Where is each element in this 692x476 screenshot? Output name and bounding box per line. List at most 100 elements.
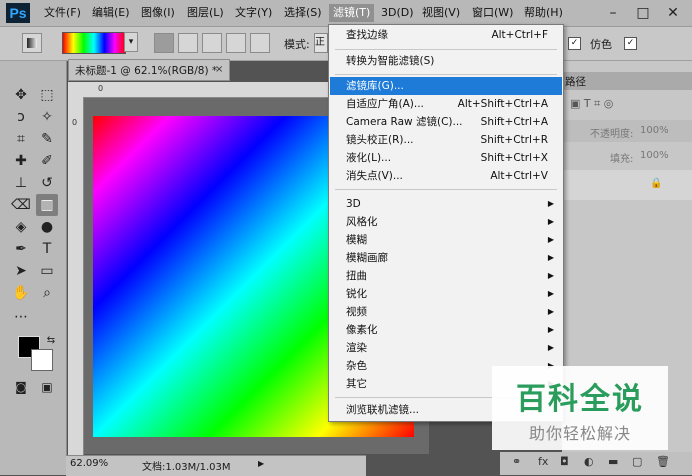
menu-image[interactable]: 图像(I) bbox=[137, 4, 179, 22]
ruler-h-zero: 0 bbox=[98, 84, 104, 93]
menu-item-stylize[interactable]: 风格化 ▶ bbox=[330, 213, 562, 231]
add-mask-icon[interactable]: ◘ bbox=[560, 455, 569, 468]
transparency-checkbox[interactable]: ✓ bbox=[624, 37, 637, 50]
magic-wand-icon[interactable]: ✧ bbox=[36, 106, 58, 128]
zoom-tool-icon[interactable]: ⌕ bbox=[36, 282, 58, 304]
eyedropper-icon[interactable]: ✎ bbox=[36, 128, 58, 150]
gradient-preview[interactable] bbox=[62, 32, 126, 54]
status-menu-arrow-icon[interactable]: ▶ bbox=[258, 459, 264, 468]
gradient-tool-icon[interactable]: ▥ bbox=[36, 194, 58, 216]
menu-item-find-edges[interactable]: 查找边缘 Alt+Ctrl+F bbox=[330, 26, 562, 44]
new-layer-icon[interactable]: ▢ bbox=[632, 455, 642, 468]
rectangle-tool-icon[interactable]: ▭ bbox=[36, 260, 58, 282]
menu-edit[interactable]: 编辑(E) bbox=[88, 4, 134, 22]
menu-item-distort[interactable]: 扭曲 ▶ bbox=[330, 267, 562, 285]
diamond-gradient-button[interactable] bbox=[250, 33, 270, 53]
submenu-arrow-icon: ▶ bbox=[547, 199, 554, 208]
linear-gradient-button[interactable] bbox=[154, 33, 174, 53]
crop-tool-icon[interactable]: ⌗ bbox=[10, 128, 32, 150]
lasso-tool-icon[interactable]: ↄ bbox=[10, 106, 32, 128]
layer-row[interactable] bbox=[562, 170, 692, 200]
submenu-arrow-icon: ▶ bbox=[547, 325, 554, 334]
menu-item-render[interactable]: 渲染 ▶ bbox=[330, 339, 562, 357]
menu-file[interactable]: 文件(F) bbox=[40, 4, 85, 22]
menu-3d[interactable]: 3D(D) bbox=[377, 4, 418, 22]
gradient-dropdown-icon[interactable]: ▾ bbox=[124, 32, 138, 52]
submenu-arrow-icon: ▶ bbox=[547, 217, 554, 226]
pen-tool-icon[interactable]: ✒ bbox=[10, 238, 32, 260]
ruler-v-zero: 0 bbox=[72, 118, 78, 127]
mode-select[interactable]: 正 bbox=[314, 33, 328, 53]
marquee-tool-icon[interactable]: ⬚ bbox=[36, 84, 58, 106]
fx-icon[interactable]: fx bbox=[538, 455, 548, 468]
tool-preset-button[interactable] bbox=[22, 33, 42, 53]
menu-view[interactable]: 视图(V) bbox=[418, 4, 464, 22]
menu-item-sharpen[interactable]: 锐化 ▶ bbox=[330, 285, 562, 303]
new-group-icon[interactable]: ▬ bbox=[608, 455, 618, 468]
delete-layer-icon[interactable]: 🗑 bbox=[656, 455, 670, 468]
menu-help[interactable]: 帮助(H) bbox=[520, 4, 567, 22]
type-tool-icon[interactable]: T bbox=[36, 238, 58, 260]
document-tab-close-icon[interactable]: × bbox=[215, 59, 223, 81]
move-tool-icon[interactable]: ✥ bbox=[10, 84, 32, 106]
document-tab[interactable]: 未标题-1 @ 62.1%(RGB/8) * bbox=[68, 59, 230, 81]
menu-separator bbox=[335, 189, 557, 190]
maximize-icon[interactable]: □ bbox=[636, 5, 650, 21]
adjustment-layer-icon[interactable]: ◐ bbox=[584, 455, 594, 468]
watermark-title: 百科全说 bbox=[516, 382, 644, 417]
clone-stamp-icon[interactable]: ⊥ bbox=[10, 172, 32, 194]
horizontal-ruler bbox=[68, 82, 330, 98]
swap-colors-icon[interactable]: ⇆ bbox=[40, 330, 62, 352]
background-color-swatch[interactable] bbox=[31, 349, 53, 371]
screen-mode-icon[interactable]: ▣ bbox=[36, 376, 58, 398]
history-brush-icon[interactable]: ↺ bbox=[36, 172, 58, 194]
fill-label: 填充: bbox=[610, 154, 634, 165]
menu-layer[interactable]: 图层(L) bbox=[183, 4, 228, 22]
menu-item-convert-smart-filter[interactable]: 转换为智能滤镜(S) bbox=[330, 52, 562, 70]
menu-item-liquify[interactable]: 液化(L)... Shift+Ctrl+X bbox=[330, 149, 562, 167]
link-layers-icon[interactable]: ⚭ bbox=[512, 455, 521, 468]
dodge-tool-icon[interactable]: ● bbox=[36, 216, 58, 238]
minimize-icon[interactable]: – bbox=[606, 5, 620, 21]
radial-gradient-button[interactable] bbox=[178, 33, 198, 53]
menu-item-vanishing-point[interactable]: 消失点(V)... Alt+Ctrl+V bbox=[330, 167, 562, 185]
hand-tool-icon[interactable]: ✋ bbox=[10, 282, 32, 304]
menu-item-video[interactable]: 视频 ▶ bbox=[330, 303, 562, 321]
layer-filter-icons[interactable]: ▣ T ⌗ ◎ bbox=[570, 97, 613, 111]
dither-checkbox[interactable]: ✓ bbox=[568, 37, 581, 50]
healing-brush-icon[interactable]: ✚ bbox=[10, 150, 32, 172]
menu-item-camera-raw-filter[interactable]: Camera Raw 滤镜(C)... Shift+Ctrl+A bbox=[330, 113, 562, 131]
menu-separator bbox=[335, 49, 557, 50]
submenu-arrow-icon: ▶ bbox=[547, 271, 554, 280]
menu-item-pixelate[interactable]: 像素化 ▶ bbox=[330, 321, 562, 339]
close-icon[interactable]: ✕ bbox=[666, 5, 680, 21]
brush-tool-icon[interactable]: ✐ bbox=[36, 150, 58, 172]
menu-item-blur-gallery[interactable]: 模糊画廊 ▶ bbox=[330, 249, 562, 267]
angle-gradient-button[interactable] bbox=[202, 33, 222, 53]
submenu-arrow-icon: ▶ bbox=[547, 307, 554, 316]
path-select-icon[interactable]: ➤ bbox=[10, 260, 32, 282]
vertical-ruler bbox=[68, 97, 84, 455]
reflected-gradient-button[interactable] bbox=[226, 33, 246, 53]
opacity-input[interactable]: 100% bbox=[640, 125, 669, 136]
blur-tool-icon[interactable]: ◈ bbox=[10, 216, 32, 238]
zoom-level[interactable]: 62.09% bbox=[70, 458, 108, 469]
fill-input[interactable]: 100% bbox=[640, 150, 669, 161]
menu-item-lens-correction[interactable]: 镜头校正(R)... Shift+Ctrl+R bbox=[330, 131, 562, 149]
photoshop-logo: Ps bbox=[6, 3, 30, 23]
mode-label: 模式: bbox=[284, 38, 310, 51]
eraser-tool-icon[interactable]: ⌫ bbox=[10, 194, 32, 216]
menu-filter[interactable]: 滤镜(T) bbox=[329, 4, 375, 22]
menu-select[interactable]: 选择(S) bbox=[280, 4, 326, 22]
more-tools-icon[interactable]: ⋯ bbox=[10, 306, 32, 328]
menu-item-blur[interactable]: 模糊 ▶ bbox=[330, 231, 562, 249]
menu-window[interactable]: 窗口(W) bbox=[468, 4, 517, 22]
menu-type[interactable]: 文字(Y) bbox=[231, 4, 276, 22]
menu-item-adaptive-wide-angle[interactable]: 自适应广角(A)... Alt+Shift+Ctrl+A bbox=[330, 95, 562, 113]
menu-item-filter-gallery[interactable]: 滤镜库(G)... bbox=[330, 77, 562, 95]
quick-mask-icon[interactable]: ◙ bbox=[10, 376, 32, 398]
tab-paths[interactable]: 路径 bbox=[565, 74, 586, 89]
menu-item-3d[interactable]: 3D ▶ bbox=[330, 195, 562, 213]
submenu-arrow-icon: ▶ bbox=[547, 289, 554, 298]
filter-menu: 查找边缘 Alt+Ctrl+F 转换为智能滤镜(S) 滤镜库(G)... 自适应广… bbox=[328, 24, 564, 422]
